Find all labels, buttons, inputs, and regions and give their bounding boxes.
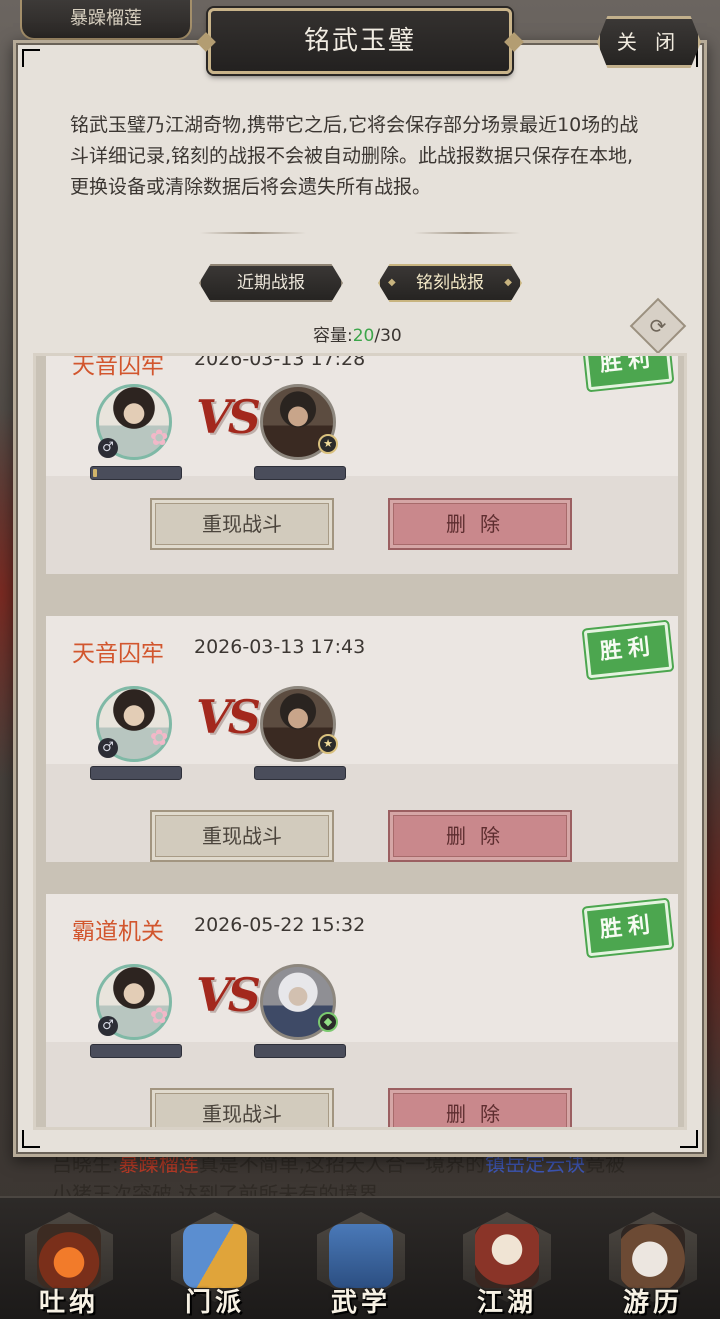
nav-item-travel[interactable]: 游历 [601, 1208, 705, 1318]
modal-description: 铭武玉璧乃江湖奇物,携带它之后,它将会保存部分场景最近10场的战斗详细记录,铭刻… [70, 114, 639, 198]
record-scene-title: 天音囚牢 [72, 641, 164, 667]
modal-corner-ornament [22, 49, 40, 67]
battle-record-card: 霸道机关 2026-05-22 15:32 胜利 ♂ ✿ VS ◆ 重现战斗 删… [46, 894, 678, 1127]
modal-corner-ornament [680, 1130, 698, 1148]
tab-recent-reports[interactable]: 近期战报 [199, 264, 343, 302]
versus-label: VS [196, 968, 261, 1022]
record-time: 2026-05-22 15:32 [194, 914, 366, 936]
versus-label: VS [196, 690, 261, 744]
battle-record-card: 天音囚牢 2026-03-13 17:28 胜利 ♂ ✿ VS ★ 重现战斗 删… [46, 353, 678, 574]
delete-record-button[interactable]: 删除 [388, 1088, 572, 1127]
capacity-label: 容量: [313, 326, 353, 346]
divider-ornament-left [200, 232, 306, 234]
victory-stamp: 胜利 [583, 899, 673, 957]
versus-label: VS [196, 390, 261, 444]
background-top-tab: 暴躁榴莲 [20, 0, 192, 40]
divider-ornament-right [414, 232, 520, 234]
opponent-name-bar [254, 766, 346, 780]
modal-title: 铭武玉璧 [208, 8, 512, 74]
nav-item-label: 门派 [184, 1288, 245, 1318]
travel-horse-icon [621, 1224, 685, 1288]
sect-icon [183, 1224, 247, 1288]
male-icon: ♂ [98, 438, 118, 458]
opponent-name-bar [254, 466, 346, 480]
record-scene-title: 天音囚牢 [72, 353, 164, 379]
rank-badge-icon: ◆ [318, 1012, 338, 1032]
nav-item-tuna[interactable]: 吐纳 [17, 1208, 121, 1318]
replay-battle-button[interactable]: 重现战斗 [150, 498, 334, 550]
replay-battle-button[interactable]: 重现战斗 [150, 1088, 334, 1127]
battle-record-card: 天音囚牢 2026-03-13 17:43 胜利 ♂ ✿ VS ★ 重现战斗 删… [46, 616, 678, 862]
capacity-readout: 容量:20/30 [313, 321, 402, 346]
delete-record-button[interactable]: 删除 [388, 498, 572, 550]
player-name-bar [90, 466, 182, 480]
background-chat-line-2: 小猪王次突破,达到了前所未有的境界 [52, 1182, 379, 1196]
meditation-icon [37, 1224, 101, 1288]
nav-item-martial-arts[interactable]: 武学 [309, 1208, 413, 1318]
replay-battle-button[interactable]: 重现战斗 [150, 810, 334, 862]
close-button[interactable]: 关 闭 [597, 16, 701, 68]
lotus-flower-icon: ✿ [150, 726, 169, 751]
opponent-name-bar [254, 1044, 346, 1058]
nav-item-sect[interactable]: 门派 [163, 1208, 267, 1318]
nav-item-label: 游历 [622, 1288, 683, 1318]
lotus-flower-icon: ✿ [150, 426, 169, 451]
rank-badge-icon: ★ [318, 734, 338, 754]
nav-item-label: 吐纳 [38, 1288, 99, 1318]
rank-badge-icon: ★ [318, 434, 338, 454]
victory-stamp: 胜利 [583, 356, 673, 391]
capacity-used: 20 [352, 326, 375, 346]
record-time: 2026-03-13 17:28 [194, 353, 366, 370]
nav-item-label: 江湖 [476, 1288, 537, 1318]
capacity-total: /30 [374, 326, 402, 346]
nav-item-jianghu[interactable]: 江湖 [455, 1208, 559, 1318]
jianghu-hat-icon [475, 1224, 539, 1288]
player-name-bar [90, 766, 182, 780]
male-icon: ♂ [98, 738, 118, 758]
record-scene-title: 霸道机关 [72, 919, 164, 945]
record-time: 2026-03-13 17:43 [194, 636, 366, 658]
tab-engraved-reports[interactable]: 铭刻战报 [378, 264, 522, 302]
delete-record-button[interactable]: 删除 [388, 810, 572, 862]
battle-record-list[interactable]: 天音囚牢 2026-03-13 17:28 胜利 ♂ ✿ VS ★ 重现战斗 删… [33, 353, 687, 1130]
nav-item-label: 武学 [330, 1288, 391, 1318]
martial-book-icon [329, 1224, 393, 1288]
player-name-bar [90, 1044, 182, 1058]
modal-corner-ornament [22, 1130, 40, 1148]
bottom-navigation: 吐纳 门派 武学 江湖 游历 [0, 1196, 720, 1319]
male-icon: ♂ [98, 1016, 118, 1036]
victory-stamp: 胜利 [583, 621, 673, 679]
lotus-flower-icon: ✿ [150, 1004, 169, 1029]
